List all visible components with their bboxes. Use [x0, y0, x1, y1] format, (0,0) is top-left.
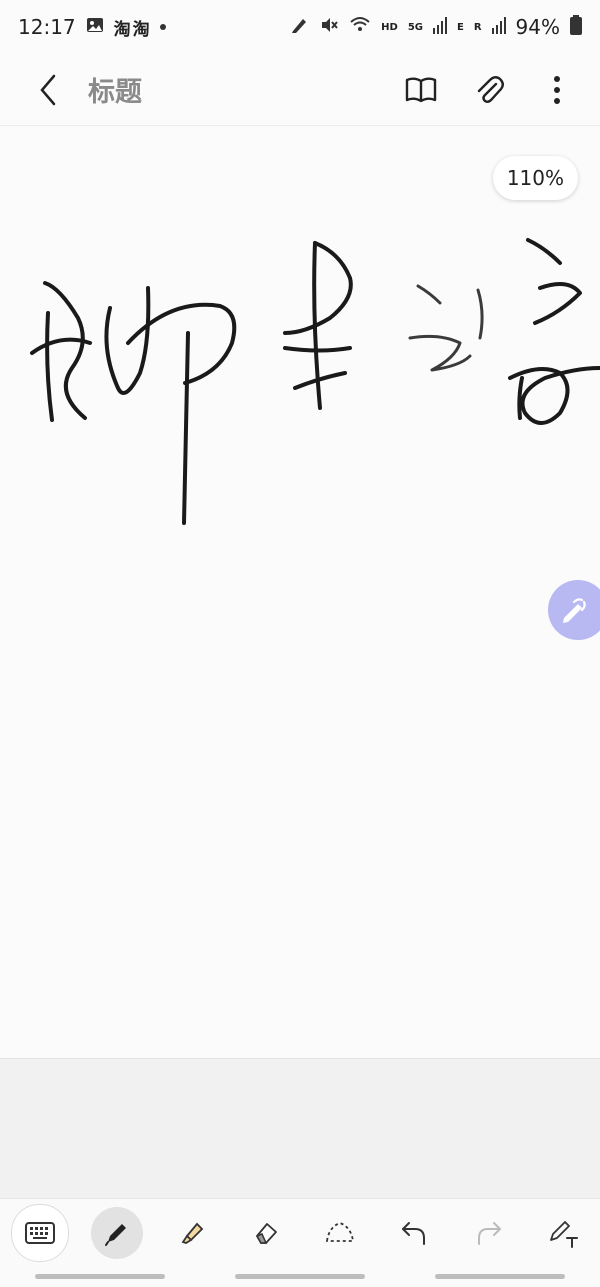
network-e-label: E — [457, 21, 464, 33]
pen-to-text-button[interactable] — [537, 1207, 589, 1259]
network-r-label: R — [473, 21, 482, 33]
notification-dot-icon — [159, 24, 166, 30]
status-bar-left: 12:17 淘 淘 — [18, 15, 166, 40]
undo-button[interactable] — [388, 1207, 440, 1259]
app-bar-actions — [398, 67, 580, 113]
wifi-icon — [349, 15, 371, 40]
nav-recents-pill[interactable] — [35, 1274, 165, 1279]
drawing-toolbar — [0, 1198, 600, 1267]
nav-home-pill[interactable] — [235, 1274, 365, 1279]
app-bar: 标题 — [0, 54, 600, 126]
battery-icon — [570, 14, 582, 40]
paperclip-icon — [477, 75, 504, 103]
battery-percent: 94% — [515, 15, 560, 39]
book-icon — [405, 77, 437, 102]
back-button[interactable] — [20, 62, 76, 118]
mute-icon — [319, 15, 339, 40]
bottom-panel — [0, 1058, 600, 1199]
taobao-icon-1: 淘 — [113, 19, 131, 40]
taobao-icon-2: 淘 — [132, 19, 150, 40]
nav-back-pill[interactable] — [435, 1274, 565, 1279]
pen-to-text-icon — [549, 1221, 578, 1248]
zoom-level-text: 110% — [506, 166, 564, 190]
highlighter-tool-button[interactable] — [166, 1207, 218, 1259]
pen-wireless-icon — [563, 598, 586, 623]
signal-icon-1 — [433, 15, 447, 39]
system-nav-bar — [0, 1266, 600, 1287]
floating-pen-button[interactable] — [548, 580, 600, 640]
more-options-button[interactable] — [534, 67, 580, 113]
undo-icon — [402, 1222, 426, 1245]
status-bar-right: HD 5G E R 94% — [289, 14, 582, 40]
status-bar: 12:17 淘 淘 HD 5G E R 94% — [0, 0, 600, 54]
chevron-left-icon — [40, 74, 56, 105]
highlighter-icon — [181, 1222, 203, 1244]
keyboard-button[interactable] — [11, 1204, 70, 1262]
redo-icon — [477, 1222, 501, 1245]
lasso-icon — [326, 1222, 355, 1242]
drawing-canvas[interactable] — [0, 128, 600, 1058]
network-hd-label: HD — [381, 21, 398, 33]
signal-icon-2 — [491, 15, 506, 39]
pen-tool-button[interactable] — [91, 1207, 144, 1259]
eraser-tool-button[interactable] — [240, 1207, 292, 1259]
handwriting-strokes — [30, 238, 600, 525]
pen-status-icon — [289, 15, 309, 40]
more-vertical-icon — [554, 75, 560, 104]
redo-button[interactable] — [463, 1207, 515, 1259]
zoom-level-indicator[interactable]: 110% — [492, 156, 578, 200]
keyboard-icon — [25, 1222, 56, 1244]
pen-icon — [105, 1224, 127, 1246]
eraser-icon — [255, 1223, 277, 1244]
gallery-icon — [86, 15, 104, 39]
network-5g-label: 5G — [407, 21, 423, 33]
note-title[interactable]: 标题 — [88, 70, 398, 109]
reading-mode-button[interactable] — [398, 67, 444, 113]
lasso-tool-button[interactable] — [314, 1207, 366, 1259]
attach-button[interactable] — [466, 67, 512, 113]
status-time: 12:17 — [18, 15, 76, 39]
